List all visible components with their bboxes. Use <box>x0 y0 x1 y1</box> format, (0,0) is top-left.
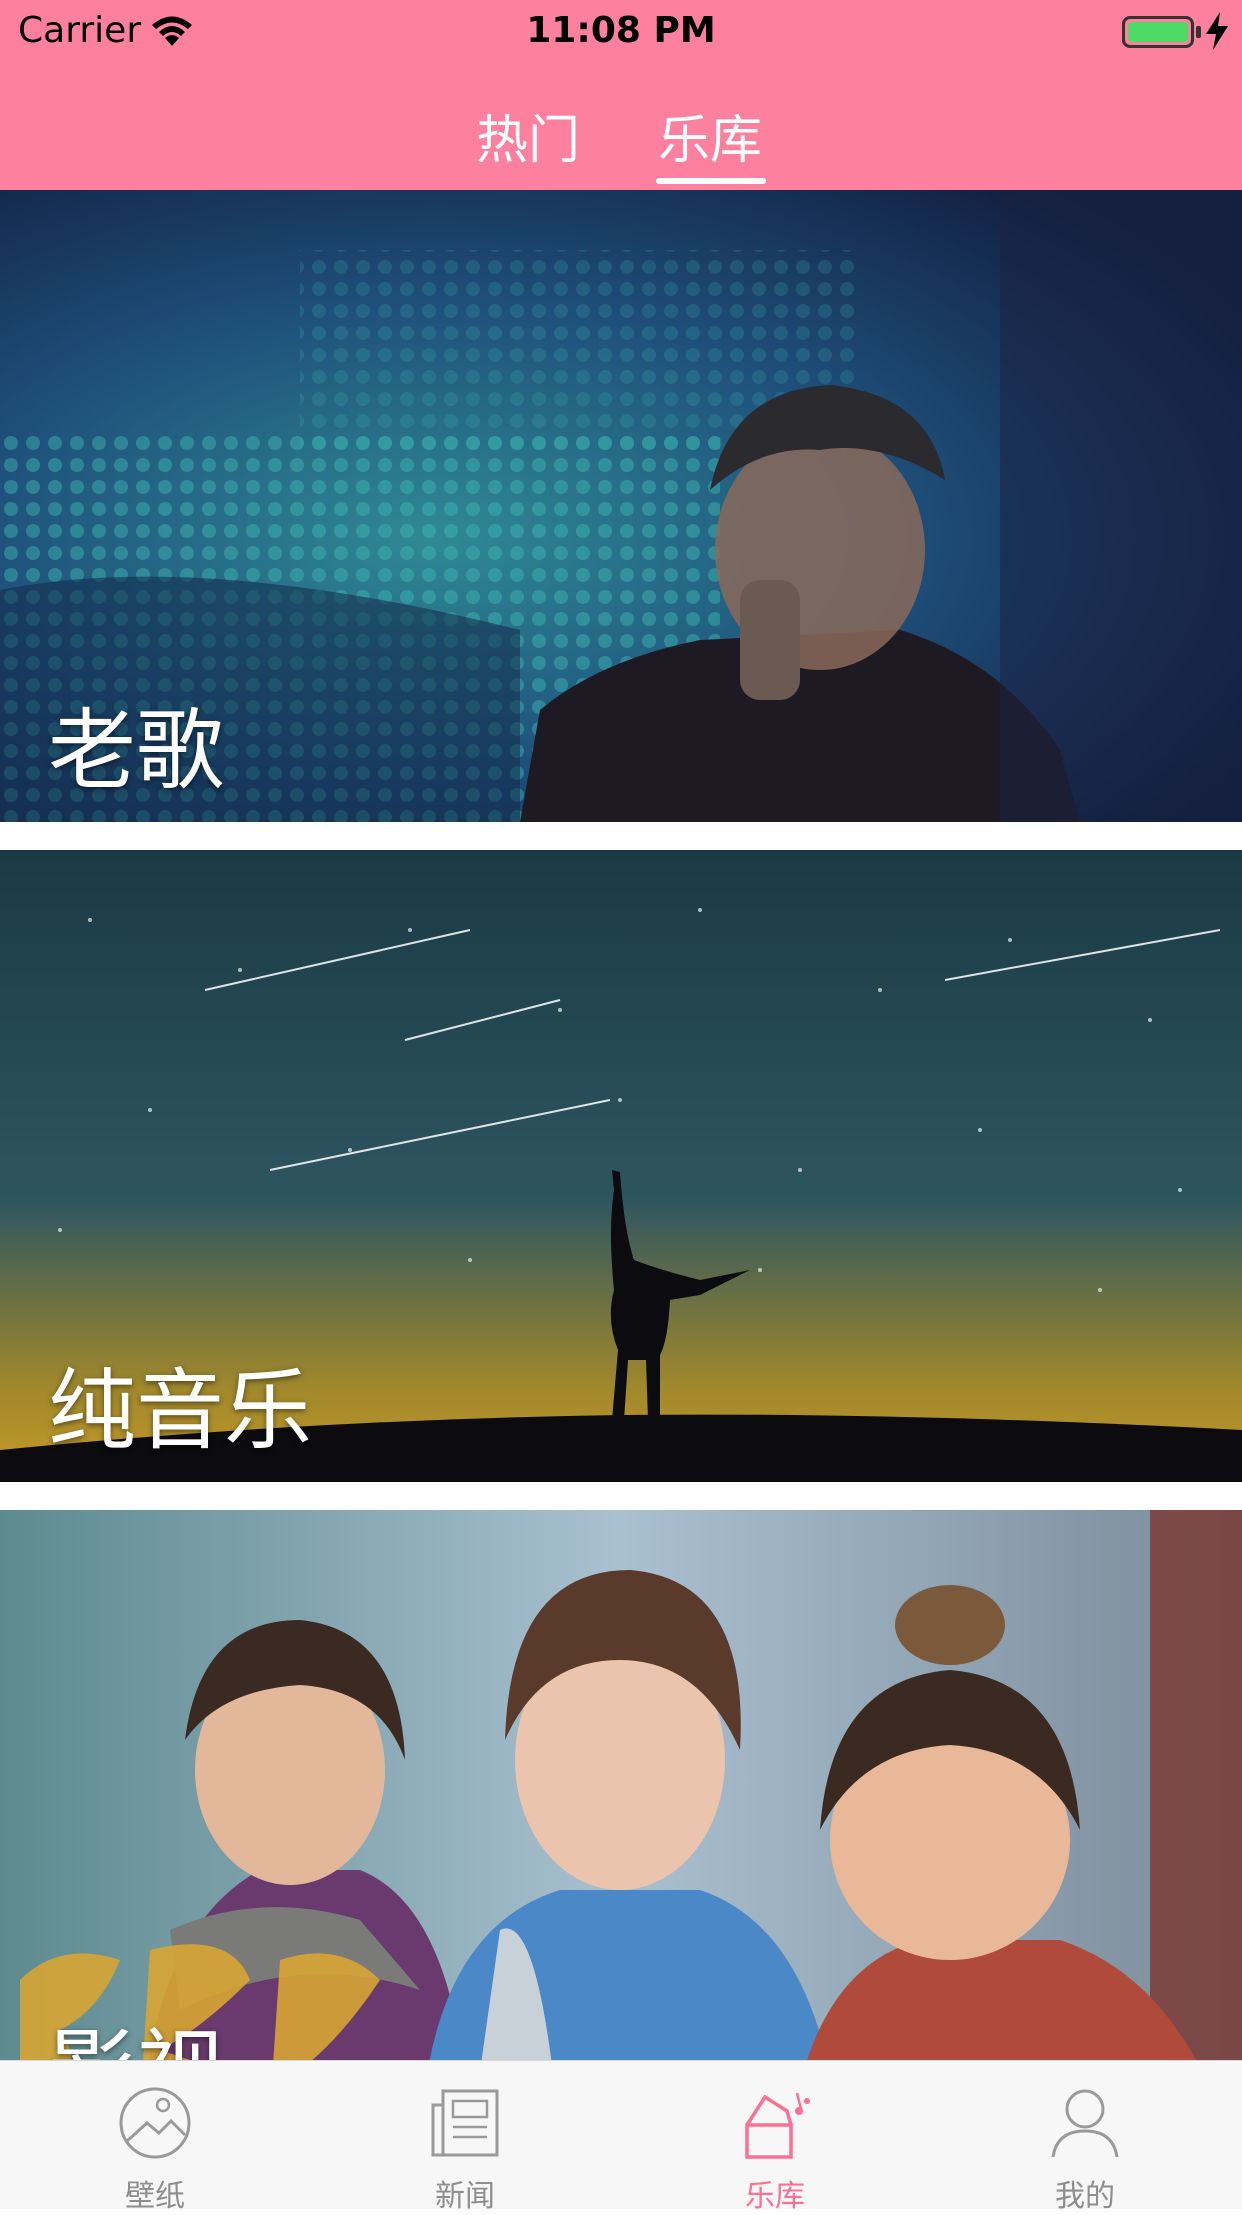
tab-label: 新闻 <box>435 2179 495 2214</box>
bottom-tab-bar: 壁纸 新闻 乐库 我的 <box>0 2060 1242 2214</box>
battery-icon <box>1122 16 1194 48</box>
segment-tabs: 热门 乐库 <box>0 98 1242 188</box>
profile-icon <box>1051 2089 1119 2158</box>
tab-label: 乐库 <box>745 2179 805 2214</box>
tab-music-library[interactable]: 乐库 <box>620 2061 930 2214</box>
category-card-film[interactable]: 影视 <box>0 1510 1242 2060</box>
category-list: 老歌 纯音乐 <box>0 190 1242 2060</box>
news-icon <box>431 2089 499 2157</box>
tab-wallpaper[interactable]: 壁纸 <box>0 2061 310 2214</box>
wallpaper-icon <box>119 2087 191 2159</box>
tab-selected-indicator <box>656 178 766 184</box>
status-bar: Carrier 11:08 PM <box>0 0 1242 62</box>
tab-profile[interactable]: 我的 <box>930 2061 1240 2214</box>
charging-bolt-icon <box>1206 12 1228 50</box>
card-title: 老歌 <box>48 699 225 802</box>
tab-hot[interactable]: 热门 <box>476 98 580 173</box>
tab-label: 我的 <box>1055 2179 1115 2214</box>
tab-library[interactable]: 乐库 <box>658 98 762 173</box>
tab-label: 壁纸 <box>125 2179 185 2214</box>
card-title: 纯音乐 <box>48 1359 313 1462</box>
battery-cap <box>1196 26 1201 38</box>
music-library-icon <box>745 2092 810 2159</box>
clock: 11:08 PM <box>526 10 716 51</box>
category-card-old-songs[interactable]: 老歌 <box>0 190 1242 822</box>
card-title: 影视 <box>48 2000 224 2060</box>
tab-news[interactable]: 新闻 <box>310 2061 620 2214</box>
category-card-instrumental[interactable]: 纯音乐 <box>0 850 1242 1482</box>
top-header: Carrier 11:08 PM 热门 乐库 <box>0 0 1242 190</box>
film-image <box>0 1510 1242 2060</box>
